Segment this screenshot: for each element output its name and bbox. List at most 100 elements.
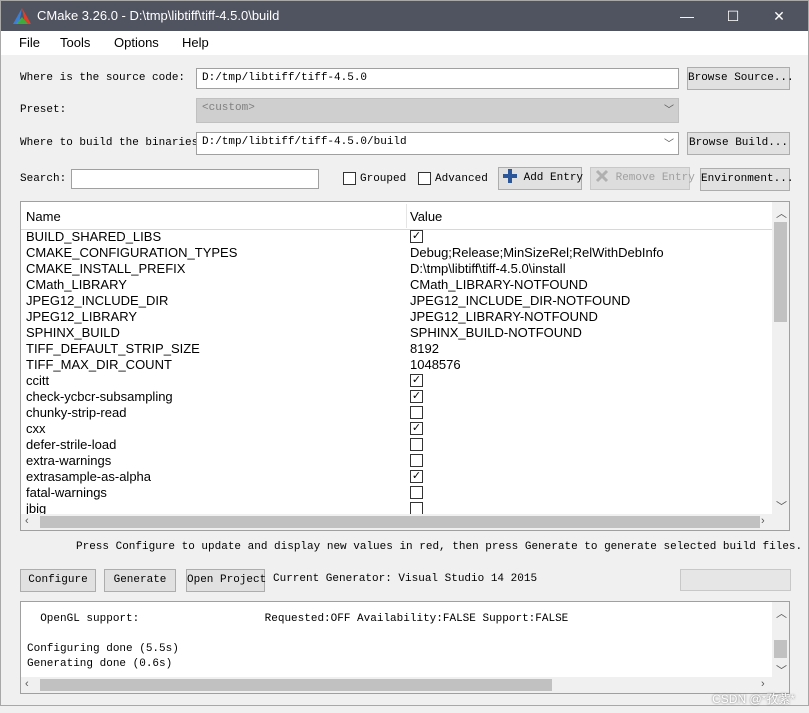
vertical-scroll-thumb[interactable]: [774, 222, 787, 322]
preset-label: Preset:: [20, 104, 67, 116]
table-row[interactable]: BUILD_SHARED_LIBS ✓: [21, 229, 773, 245]
environment-button[interactable]: Environment...: [700, 168, 793, 191]
scroll-up-icon[interactable]: ︿: [776, 205, 787, 221]
value-checkbox[interactable]: [410, 454, 423, 467]
variable-name: JPEG12_LIBRARY: [26, 309, 138, 324]
value-checkbox[interactable]: ✓: [410, 422, 423, 435]
table-row[interactable]: check-ycbcr-subsampling ✓: [21, 389, 773, 405]
table-row[interactable]: fatal-warnings: [21, 485, 773, 501]
open-project-button[interactable]: Open Project: [186, 569, 266, 592]
scroll-right-icon[interactable]: ›: [761, 678, 765, 690]
table-row[interactable]: defer-strile-load: [21, 437, 773, 453]
browse-source-button[interactable]: Browse Source...: [687, 67, 794, 90]
output-hscroll-thumb[interactable]: [40, 679, 552, 691]
minimize-button[interactable]: —: [664, 1, 710, 31]
scroll-up-icon[interactable]: ︿: [776, 605, 787, 621]
variable-name: SPHINX_BUILD: [26, 325, 120, 340]
output-horizontal-scrollbar[interactable]: ‹ ›: [21, 677, 789, 693]
table-row[interactable]: TIFF_MAX_DIR_COUNT 1048576: [21, 357, 773, 373]
scroll-left-icon[interactable]: ‹: [25, 678, 29, 690]
add-entry-button[interactable]: Add Entry: [498, 167, 584, 190]
build-path-combo[interactable]: D:/tmp/libtiff/tiff-4.5.0/build ﹀: [196, 132, 679, 155]
chevron-down-icon[interactable]: ﹀: [664, 135, 674, 151]
table-row[interactable]: ccitt ✓: [21, 373, 773, 389]
grouped-checkbox[interactable]: [343, 172, 356, 185]
table-row[interactable]: extra-warnings: [21, 453, 773, 469]
horizontal-scrollbar[interactable]: ‹ ›: [21, 514, 789, 530]
cmake-window: CMake 3.26.0 - D:\tmp\libtiff\tiff-4.5.0…: [0, 0, 809, 706]
cmake-logo-icon: [13, 8, 31, 24]
configure-button[interactable]: Configure: [20, 569, 96, 592]
advanced-checkbox[interactable]: [418, 172, 431, 185]
variable-value[interactable]: 1048576: [410, 357, 461, 373]
variable-name: JPEG12_INCLUDE_DIR: [26, 293, 169, 308]
variable-value[interactable]: CMath_LIBRARY-NOTFOUND: [410, 277, 588, 293]
table-row[interactable]: chunky-strip-read: [21, 405, 773, 421]
variable-value[interactable]: Debug;Release;MinSizeRel;RelWithDebInfo: [410, 245, 664, 261]
close-button[interactable]: ✕: [756, 1, 802, 31]
table-row[interactable]: JPEG12_LIBRARY JPEG12_LIBRARY-NOTFOUND: [21, 309, 773, 325]
menu-tools[interactable]: Tools: [60, 35, 90, 50]
variable-name: chunky-strip-read: [26, 405, 127, 420]
table-row[interactable]: extrasample-as-alpha ✓: [21, 469, 773, 485]
value-checkbox[interactable]: [410, 438, 423, 451]
table-row[interactable]: CMath_LIBRARY CMath_LIBRARY-NOTFOUND: [21, 277, 773, 293]
horizontal-scroll-thumb[interactable]: [40, 516, 760, 528]
output-line: Configuring done (5.5s): [27, 643, 179, 655]
table-row[interactable]: TIFF_DEFAULT_STRIP_SIZE 8192: [21, 341, 773, 357]
scroll-left-icon[interactable]: ‹: [25, 515, 29, 527]
variable-name: cxx: [26, 421, 46, 436]
generate-button[interactable]: Generate: [104, 569, 176, 592]
search-input[interactable]: [71, 169, 319, 189]
variable-name: CMath_LIBRARY: [26, 277, 127, 292]
scroll-right-icon[interactable]: ›: [761, 515, 765, 527]
add-entry-label: Add Entry: [523, 172, 584, 184]
scroll-down-icon[interactable]: ﹀: [776, 662, 787, 678]
configure-hint-text: Press Configure to update and display ne…: [76, 541, 803, 553]
vertical-scrollbar[interactable]: ︿ ﹀: [772, 202, 789, 515]
browse-build-button[interactable]: Browse Build...: [687, 132, 790, 155]
table-row[interactable]: CMAKE_INSTALL_PREFIX D:\tmp\libtiff\tiff-…: [21, 261, 773, 277]
menu-file[interactable]: File: [19, 35, 40, 50]
variable-name: defer-strile-load: [26, 437, 117, 452]
menu-options[interactable]: Options: [114, 35, 159, 50]
value-checkbox[interactable]: ✓: [410, 470, 423, 483]
table-row[interactable]: cxx ✓: [21, 421, 773, 437]
column-name-header[interactable]: Name: [26, 209, 61, 224]
source-label: Where is the source code:: [20, 72, 186, 84]
variable-value[interactable]: JPEG12_INCLUDE_DIR-NOTFOUND: [410, 293, 630, 309]
watermark-text: CSDN @*孜紫*: [712, 692, 795, 706]
table-row[interactable]: CMAKE_CONFIGURATION_TYPES Debug;Release;M…: [21, 245, 773, 261]
variable-value[interactable]: D:\tmp\libtiff\tiff-4.5.0\install: [410, 261, 566, 277]
table-header: Name Value: [21, 202, 773, 230]
value-checkbox[interactable]: ✓: [410, 230, 423, 243]
plus-icon: [503, 169, 517, 183]
scroll-down-icon[interactable]: ﹀: [776, 498, 787, 514]
maximize-button[interactable]: ☐: [710, 1, 756, 31]
variable-name: extra-warnings: [26, 453, 112, 468]
output-log[interactable]: OpenGL support: Requested:OFF Availabili…: [20, 601, 790, 694]
value-checkbox[interactable]: ✓: [410, 374, 423, 387]
title-bar[interactable]: CMake 3.26.0 - D:\tmp\libtiff\tiff-4.5.0…: [1, 1, 808, 31]
value-checkbox[interactable]: ✓: [410, 390, 423, 403]
variable-value[interactable]: SPHINX_BUILD-NOTFOUND: [410, 325, 582, 341]
search-label: Search:: [20, 173, 67, 185]
output-vertical-scrollbar[interactable]: ︿ ﹀: [772, 602, 789, 678]
variable-value[interactable]: JPEG12_LIBRARY-NOTFOUND: [410, 309, 598, 325]
menu-help[interactable]: Help: [182, 35, 209, 50]
table-row[interactable]: SPHINX_BUILD SPHINX_BUILD-NOTFOUND: [21, 325, 773, 341]
variable-name: extrasample-as-alpha: [26, 469, 152, 484]
progress-bar: [680, 569, 791, 591]
source-path-input[interactable]: D:/tmp/libtiff/tiff-4.5.0: [196, 68, 679, 89]
value-checkbox[interactable]: [410, 486, 423, 499]
variable-value[interactable]: 8192: [410, 341, 439, 357]
value-checkbox[interactable]: [410, 406, 423, 419]
column-value-header[interactable]: Value: [410, 209, 442, 224]
cache-variables-table[interactable]: Name Value BUILD_SHARED_LIBS ✓ CMAKE_CONFI…: [20, 201, 790, 531]
output-scroll-thumb[interactable]: [774, 640, 787, 658]
table-row[interactable]: JPEG12_INCLUDE_DIR JPEG12_INCLUDE_DIR-NOT…: [21, 293, 773, 309]
variable-name: CMAKE_INSTALL_PREFIX: [26, 261, 186, 276]
advanced-label: Advanced: [435, 173, 488, 185]
build-path-value: D:/tmp/libtiff/tiff-4.5.0/build: [202, 136, 407, 148]
